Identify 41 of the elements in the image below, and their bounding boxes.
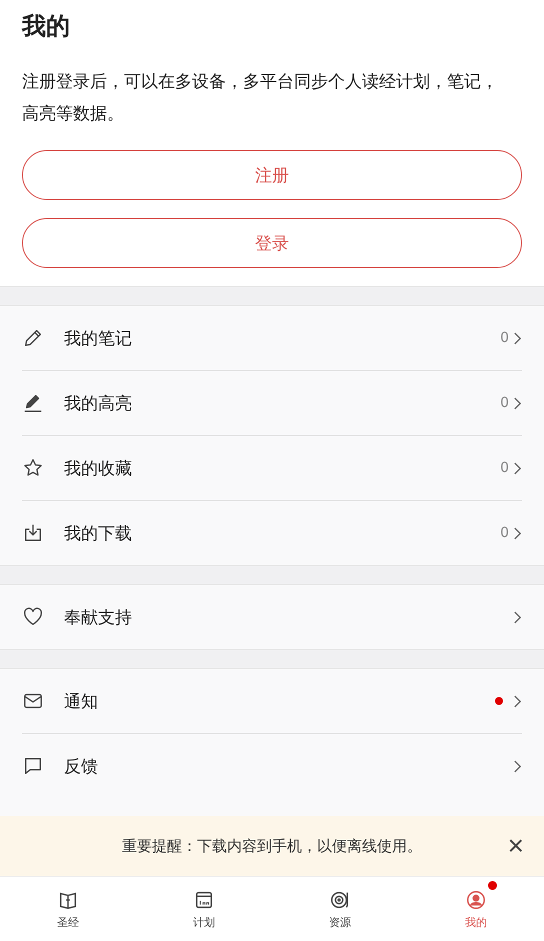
count-text: 0: [500, 330, 509, 346]
tab[interactable]: 计划: [136, 877, 272, 941]
notice-text: 重要提醒：下载内容到手机，以便离线使用。: [122, 836, 422, 856]
row-label: 我的笔记: [64, 328, 132, 350]
count-text: 0: [500, 525, 509, 541]
menu-row[interactable]: 我的笔记 0: [22, 306, 522, 371]
menu-row[interactable]: 我的下载 0: [22, 501, 522, 565]
intro-text: 注册登录后，可以在多设备，多平台同步个人读经计划，笔记，高亮等数据。: [22, 71, 499, 126]
chevron-icon: [513, 610, 522, 624]
chevron-icon: [513, 396, 522, 410]
count-text: 0: [500, 395, 509, 411]
login-button[interactable]: 登录: [22, 218, 522, 268]
chat-icon: [22, 755, 44, 777]
count-text: 0: [500, 460, 509, 476]
heart-icon: [22, 606, 44, 628]
highlighter-icon: [22, 392, 44, 414]
row-label: 奉献支持: [64, 606, 132, 628]
menu-row[interactable]: 我的收藏 0: [22, 436, 522, 501]
download-icon: [22, 522, 44, 544]
page-title: 我的: [22, 11, 71, 42]
menu-row[interactable]: 反馈: [22, 734, 522, 798]
register-button[interactable]: 注册: [22, 150, 522, 200]
menu-row[interactable]: 我的高亮 0: [22, 371, 522, 436]
chevron-icon: [513, 460, 522, 476]
person-icon: [465, 888, 487, 910]
pencil-icon: [22, 327, 44, 349]
menu-row[interactable]: 通知: [22, 669, 522, 734]
chevron-icon: [513, 694, 522, 708]
row-label: 通知: [64, 690, 98, 712]
tab[interactable]: 我的: [408, 877, 544, 941]
row-label: 我的下载: [64, 522, 132, 544]
chevron-icon: [513, 330, 522, 346]
chevron-icon: [513, 526, 522, 540]
tab[interactable]: 资源: [272, 877, 408, 941]
row-label: 我的收藏: [64, 458, 132, 480]
close-button[interactable]: ×: [504, 828, 528, 864]
row-label: 反馈: [64, 756, 98, 778]
tab[interactable]: 圣经: [0, 877, 136, 941]
row-label: 我的高亮: [64, 392, 132, 414]
chevron-icon: [513, 758, 522, 774]
menu-row[interactable]: 奉献支持: [22, 585, 522, 649]
